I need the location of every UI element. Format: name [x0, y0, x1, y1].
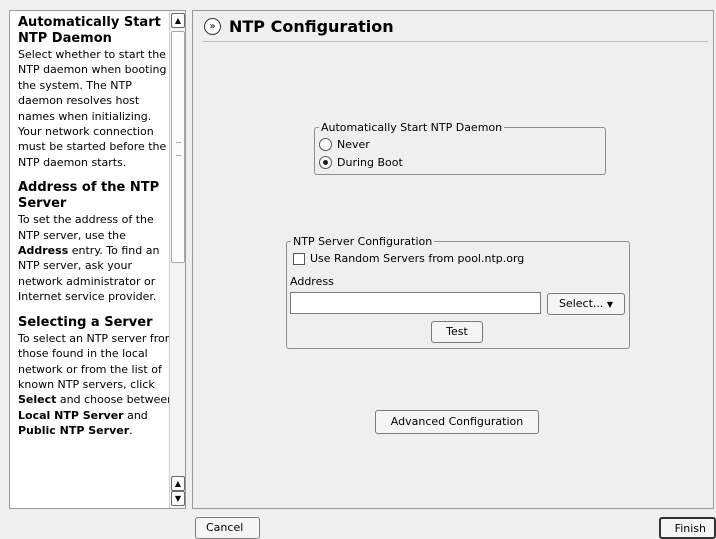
random-servers-checkbox[interactable]: Use Random Servers from pool.ntp.org	[293, 252, 524, 265]
address-label: Address	[290, 275, 334, 288]
scroll-grip-icon	[176, 142, 181, 156]
help-text-part: To select an NTP server from those found…	[18, 331, 176, 391]
help-bold: Local NTP Server	[18, 408, 124, 422]
help-content: Automatically Start NTP Daemon Select wh…	[10, 11, 176, 449]
help-text-daemon: Select whether to start the NTP daemon w…	[18, 48, 167, 169]
radio-never-indicator[interactable]	[319, 138, 332, 151]
radio-during-boot[interactable]: During Boot	[319, 156, 403, 169]
finish-button[interactable]: Finish	[659, 517, 716, 539]
random-servers-label: Use Random Servers from pool.ntp.org	[310, 252, 525, 265]
daemon-start-legend: Automatically Start NTP Daemon	[321, 121, 503, 134]
help-heading-address: Address of the NTP Server	[18, 180, 160, 212]
test-button[interactable]: Test	[431, 321, 483, 343]
help-bold: Public NTP Server	[18, 424, 130, 438]
main-panel: » NTP Configuration Automatically Start …	[192, 10, 714, 509]
help-text-part: and choose between	[56, 393, 175, 407]
radio-never[interactable]: Never	[319, 138, 370, 151]
select-button[interactable]: Select... ▼	[547, 293, 625, 315]
help-heading-selecting: Selecting a Server	[18, 314, 153, 330]
select-button-label: Select...	[558, 297, 604, 310]
help-text-selecting: To select an NTP server from those found…	[18, 331, 176, 439]
module-icon: »	[204, 18, 221, 35]
help-text-part: To set the address of the NTP server, us…	[18, 213, 154, 242]
address-input[interactable]	[290, 292, 541, 314]
help-text-part: .	[129, 424, 133, 438]
scroll-up-button-bottom[interactable]: ▲	[171, 476, 185, 491]
cancel-button[interactable]: Cancel	[195, 517, 260, 539]
radio-never-label: Never	[337, 138, 370, 151]
page-title: NTP Configuration	[229, 17, 394, 36]
help-heading-daemon: Automatically Start NTP Daemon	[18, 15, 161, 46]
help-panel[interactable]: Automatically Start NTP Daemon Select wh…	[9, 10, 186, 509]
help-bold: Select	[18, 393, 57, 407]
scroll-down-button[interactable]: ▼	[171, 491, 185, 506]
server-config-legend: NTP Server Configuration	[293, 235, 433, 248]
help-text-address: To set the address of the NTP server, us…	[18, 212, 176, 304]
scroll-thumb[interactable]	[171, 31, 185, 263]
help-text-part: and	[123, 408, 148, 422]
radio-during-boot-indicator[interactable]	[319, 156, 332, 169]
help-bold-address: Address	[18, 244, 69, 258]
random-servers-box[interactable]	[293, 252, 305, 265]
dropdown-arrow-icon: ▼	[606, 300, 614, 309]
help-scrollbar[interactable]: ▲ ▲ ▼	[169, 11, 185, 508]
advanced-configuration-button[interactable]: Advanced Configuration	[375, 410, 539, 434]
scroll-up-button[interactable]: ▲	[171, 13, 185, 28]
radio-during-boot-label: During Boot	[337, 156, 403, 169]
title-divider	[203, 41, 708, 42]
